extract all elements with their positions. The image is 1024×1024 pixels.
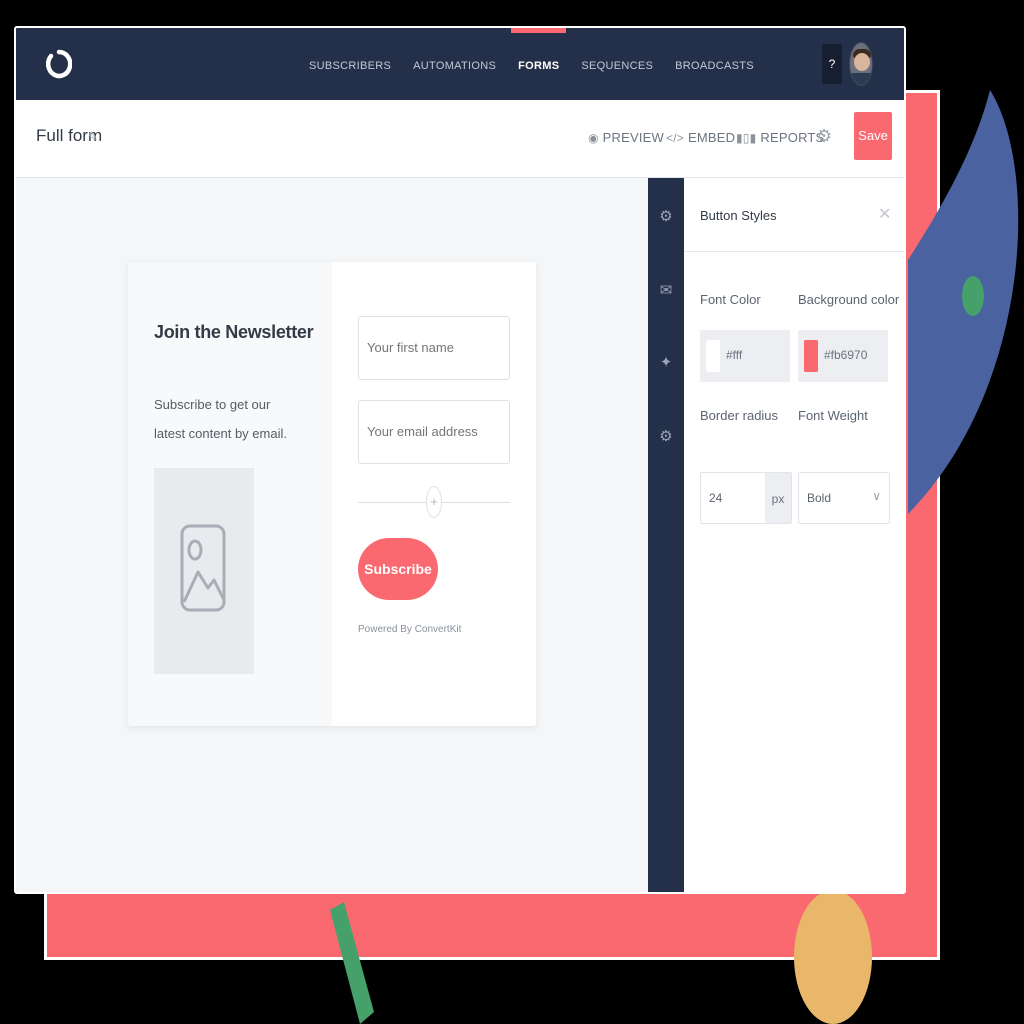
bar-chart-icon: ▮▯▮ <box>736 131 757 145</box>
nav-item-subscribers[interactable]: SUBSCRIBERS <box>298 28 402 100</box>
advanced-settings-icon[interactable]: ⚙ <box>656 424 676 450</box>
help-button[interactable]: ? <box>822 44 842 84</box>
decorative-green-dot <box>962 276 984 316</box>
settings-gear-icon[interactable]: ⚙ <box>656 204 676 230</box>
avatar-face <box>854 53 870 71</box>
reports-button[interactable]: ▮▯▮ REPORTS <box>736 130 824 145</box>
border-radius-input[interactable]: 24 px <box>700 472 792 524</box>
editor-side-rail: ⚙ ✉ ✦ ⚙ <box>648 178 684 892</box>
border-radius-label: Border radius <box>700 408 779 423</box>
form-canvas: Join the Newsletter Subscribe to get our… <box>16 178 648 892</box>
user-avatar[interactable] <box>849 42 873 86</box>
save-button[interactable]: Save <box>854 112 892 160</box>
font-color-picker[interactable]: #fff <box>700 330 790 382</box>
nav-item-broadcasts[interactable]: BROADCASTS <box>664 28 765 100</box>
background-color-value: #fb6970 <box>824 348 868 362</box>
app-window: SUBSCRIBERS AUTOMATIONS FORMS SEQUENCES … <box>14 26 906 894</box>
font-weight-select[interactable]: Bold ∨ <box>798 472 890 524</box>
main-nav: SUBSCRIBERS AUTOMATIONS FORMS SEQUENCES … <box>298 28 765 100</box>
font-color-value: #fff <box>726 348 743 362</box>
avatar-shirt <box>850 73 872 85</box>
form-toolbar: Full form ✎ ◉ PREVIEW </> EMBED ▮▯▮ REPORTS… <box>16 100 904 178</box>
form-card-left: Join the Newsletter Subscribe to get our… <box>128 262 332 726</box>
nav-item-forms[interactable]: FORMS <box>507 28 570 100</box>
first-name-field[interactable] <box>358 316 510 380</box>
background-color-swatch <box>804 340 818 372</box>
nav-item-automations[interactable]: AUTOMATIONS <box>402 28 507 100</box>
embed-button[interactable]: </> EMBED <box>666 130 735 145</box>
nav-item-sequences[interactable]: SEQUENCES <box>570 28 664 100</box>
decorative-yellow-circle <box>794 890 872 1024</box>
powered-by-text: Powered By ConvertKit <box>358 624 462 635</box>
email-field[interactable] <box>358 400 510 464</box>
font-color-label: Font Color <box>700 292 761 307</box>
subscribe-button[interactable]: Subscribe <box>358 538 438 600</box>
image-icon <box>180 524 226 612</box>
font-weight-label: Font Weight <box>798 408 868 423</box>
magic-wand-icon[interactable]: ✦ <box>656 350 676 376</box>
settings-gear-icon[interactable]: ⚙ <box>816 126 832 150</box>
button-styles-panel: Button Styles ✕ Font Color Background co… <box>684 178 904 892</box>
form-card-right: + Subscribe Powered By ConvertKit <box>332 262 536 726</box>
eye-icon: ◉ <box>588 131 599 145</box>
font-weight-value: Bold <box>807 491 832 505</box>
convertkit-logo-icon[interactable] <box>46 46 72 82</box>
border-radius-value: 24 <box>709 491 723 505</box>
background-color-label: Background color <box>798 292 900 307</box>
code-icon: </> <box>666 131 684 145</box>
background-color-picker[interactable]: #fb6970 <box>798 330 888 382</box>
reports-label: REPORTS <box>760 130 825 145</box>
form-description[interactable]: Subscribe to get our latest content by e… <box>154 390 304 448</box>
panel-header: Button Styles ✕ <box>684 178 904 252</box>
form-heading[interactable]: Join the Newsletter <box>154 322 314 343</box>
form-preview-card[interactable]: Join the Newsletter Subscribe to get our… <box>128 262 536 726</box>
envelope-icon[interactable]: ✉ <box>656 278 676 304</box>
chevron-down-icon: ∨ <box>872 489 881 503</box>
preview-button[interactable]: ◉ PREVIEW <box>588 130 664 145</box>
panel-title: Button Styles <box>700 208 777 223</box>
embed-label: EMBED <box>687 130 736 145</box>
add-field-plus-icon[interactable]: + <box>426 486 442 518</box>
pencil-icon[interactable]: ✎ <box>88 130 98 144</box>
preview-label: PREVIEW <box>602 130 665 145</box>
decorative-green-shape <box>330 902 374 1024</box>
image-placeholder[interactable] <box>154 468 254 674</box>
close-icon[interactable]: ✕ <box>878 204 891 224</box>
font-color-swatch <box>706 340 720 372</box>
top-navigation: SUBSCRIBERS AUTOMATIONS FORMS SEQUENCES … <box>16 28 904 100</box>
border-radius-unit: px <box>765 473 791 523</box>
